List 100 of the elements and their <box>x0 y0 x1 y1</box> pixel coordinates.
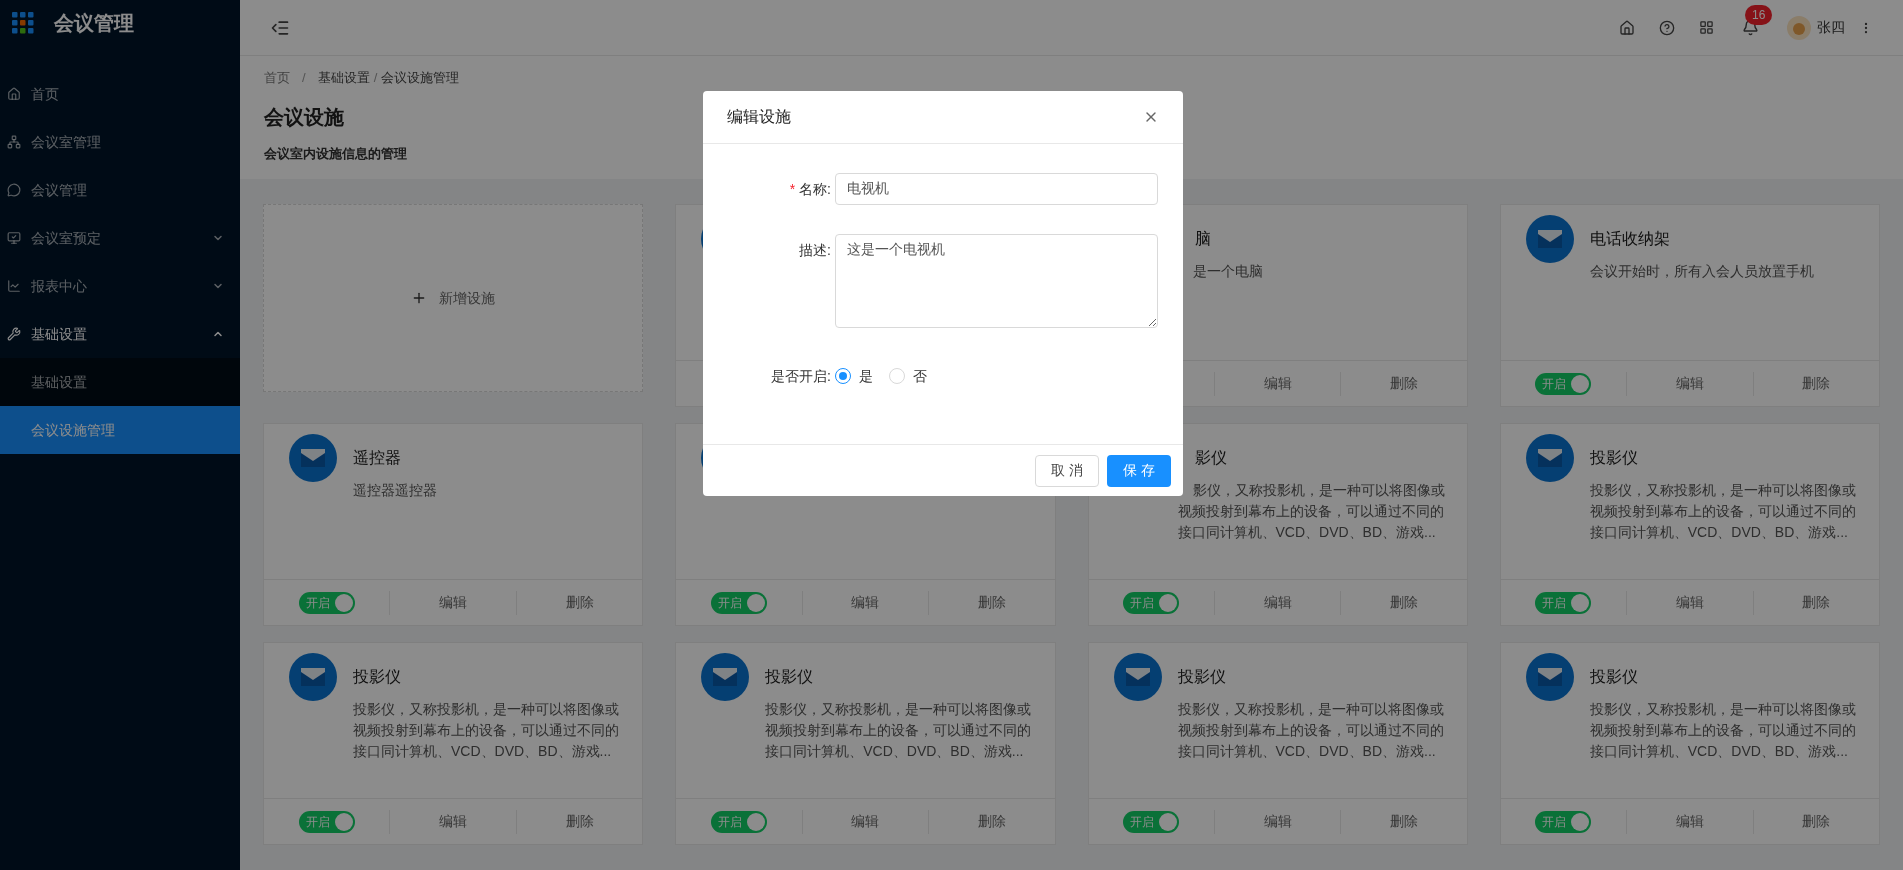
envelope-icon <box>1525 215 1574 263</box>
sidebar-item[interactable]: 基础设置 <box>0 310 240 358</box>
toggle-switch[interactable]: 开启 <box>298 810 355 833</box>
breadcrumb-item[interactable]: 首页 <box>264 68 290 88</box>
home-icon[interactable] <box>1619 19 1635 36</box>
toggle-switch[interactable]: 开启 <box>298 591 355 614</box>
toggle-knob <box>1571 812 1590 831</box>
toggle-knob <box>1159 812 1178 831</box>
facility-description: 投影仪，又称投影机，是一种可以将图像或视频投射到幕布上的设备，可以通过不同的接口同计算机、VCD、DVD、BD、游戏... <box>1177 700 1445 761</box>
radio-option[interactable]: 否 <box>889 365 927 387</box>
delete-link[interactable]: 删除 <box>565 592 594 613</box>
add-facility-card[interactable]: 新增设施 <box>263 204 644 392</box>
facility-description: 遥控器遥控器 <box>353 481 438 500</box>
delete-link[interactable]: 删除 <box>565 811 594 832</box>
facility-title: 电话收纳架 <box>1589 229 1671 249</box>
facility-title: 遥控器 <box>353 448 402 468</box>
description-textarea[interactable]: 这是一个电视机 <box>835 234 1158 328</box>
facility-description: 投影仪，又称投影机，是一种可以将图像或视频投射到幕布上的设备，可以通过不同的接口同计算机、VCD、DVD、BD、游戏... <box>1589 700 1857 761</box>
facility-description: 投影仪，又称投影机，是一种可以将图像或视频投射到幕布上的设备，可以通过不同的接口同计算机、VCD、DVD、BD、游戏... <box>765 700 1033 761</box>
facility-title: 投影仪 <box>1589 667 1639 687</box>
toggle-knob <box>1571 374 1590 393</box>
add-label: 新增设施 <box>439 288 496 308</box>
required-mark: * <box>789 179 796 199</box>
delete-link[interactable]: 删除 <box>1802 373 1831 394</box>
toggle-knob <box>334 593 353 612</box>
facility-title: 投影仪 <box>353 667 402 687</box>
envelope-icon <box>701 653 750 701</box>
toggle-switch[interactable]: 开启 <box>1535 591 1592 614</box>
breadcrumb-separator: / <box>373 69 378 88</box>
sidebar-item[interactable]: 首页 <box>0 70 240 118</box>
edit-link[interactable]: 编辑 <box>1675 811 1704 832</box>
delete-link[interactable]: 删除 <box>1390 373 1419 394</box>
sidebar-item[interactable]: 会议室预定 <box>0 214 240 262</box>
edit-link[interactable]: 编辑 <box>1675 373 1704 394</box>
edit-link[interactable]: 编辑 <box>1675 592 1704 613</box>
edit-link[interactable]: 编辑 <box>439 811 468 832</box>
sidebar-item[interactable]: 会议设施管理 <box>0 406 240 454</box>
toggle-switch[interactable]: 开启 <box>710 591 767 614</box>
delete-link[interactable]: 删除 <box>977 811 1006 832</box>
envelope-icon <box>289 434 337 482</box>
breadcrumb-item[interactable]: 基础设置 <box>317 68 370 88</box>
envelope-icon <box>1525 653 1574 701</box>
facility-title: 投影仪 <box>1177 667 1227 687</box>
edit-link[interactable]: 编辑 <box>439 592 468 613</box>
toggle-knob <box>1571 593 1590 612</box>
page-title: 会议设施 <box>264 105 344 130</box>
help-icon[interactable] <box>1659 19 1675 36</box>
sidebar-item[interactable]: 基础设置 <box>0 358 240 406</box>
delete-link[interactable]: 删除 <box>1390 592 1419 613</box>
envelope-icon <box>1113 653 1162 701</box>
delete-link[interactable]: 删除 <box>1802 592 1831 613</box>
user-name[interactable]: 张四 <box>1817 17 1845 38</box>
edit-link[interactable]: 编辑 <box>851 811 880 832</box>
facility-title: 脑 <box>1193 229 1212 249</box>
toggle-switch[interactable]: 开启 <box>1123 810 1180 833</box>
field-label: 描述: <box>799 240 831 260</box>
toggle-knob <box>746 593 765 612</box>
edit-link[interactable]: 编辑 <box>1263 373 1292 394</box>
toggle-switch[interactable]: 开启 <box>710 810 767 833</box>
facility-title: 影仪 <box>1193 448 1228 468</box>
notification-badge: 16 <box>1745 5 1773 25</box>
field-label: 名称: <box>799 179 831 199</box>
sidebar-item[interactable]: 会议室管理 <box>0 118 240 166</box>
grid-icon[interactable] <box>1699 20 1714 35</box>
page-subtitle: 会议室内设施信息的管理 <box>264 145 407 163</box>
facility-description: 投影仪，又称投影机，是一种可以将图像或视频投射到幕布上的设备，可以通过不同的接口同计算机、VCD、DVD、BD、游戏... <box>353 700 620 761</box>
edit-link[interactable]: 编辑 <box>1263 592 1292 613</box>
edit-link[interactable]: 编辑 <box>1263 811 1292 832</box>
envelope-icon <box>289 653 337 701</box>
app-title: 会议管理 <box>54 11 134 36</box>
logo-icon <box>12 12 34 34</box>
facility-title: 投影仪 <box>1589 448 1639 468</box>
name-input[interactable]: 电视机 <box>835 173 1158 205</box>
wrench-icon <box>7 327 21 341</box>
sidebar-item[interactable]: 报表中心 <box>0 262 240 310</box>
facility-title: 投影仪 <box>765 667 815 687</box>
sidebar-item[interactable]: 会议管理 <box>0 166 240 214</box>
breadcrumb-item: 会议设施管理 <box>381 69 460 88</box>
toggle-switch[interactable]: 开启 <box>1123 591 1180 614</box>
facility-description: 影仪，又称投影机，是一种可以将图像或视频投射到幕布上的设备，可以通过不同的接口同计算机、VCD、DVD、BD、游戏... <box>1177 481 1446 542</box>
radio-option[interactable]: 是 <box>835 365 873 387</box>
facility-description: 投影仪，又称投影机，是一种可以将图像或视频投射到幕布上的设备，可以通过不同的接口同计算机、VCD、DVD、BD、游戏... <box>1589 481 1857 542</box>
cancel-button[interactable]: 取 消 <box>1035 454 1099 487</box>
edit-link[interactable]: 编辑 <box>851 592 880 613</box>
facility-description: 会议开始时，所有入会人员放置手机 <box>1589 262 1815 281</box>
delete-link[interactable]: 删除 <box>1390 811 1419 832</box>
delete-link[interactable]: 删除 <box>1802 811 1831 832</box>
toggle-switch[interactable]: 开启 <box>1535 810 1592 833</box>
toggle-knob <box>334 812 353 831</box>
breadcrumb-separator: / <box>302 69 306 88</box>
toggle-knob <box>1159 593 1178 612</box>
bell-icon[interactable] <box>1742 19 1759 36</box>
toggle-switch[interactable]: 开启 <box>1535 372 1592 395</box>
facility-description: 是一个电脑 <box>1191 262 1264 281</box>
envelope-icon <box>1525 434 1574 482</box>
dialog-title: 编辑设施 <box>727 107 791 127</box>
delete-link[interactable]: 删除 <box>977 592 1006 613</box>
field-label: 是否开启: <box>771 366 831 386</box>
toggle-knob <box>746 812 765 831</box>
save-button[interactable]: 保 存 <box>1107 454 1171 487</box>
